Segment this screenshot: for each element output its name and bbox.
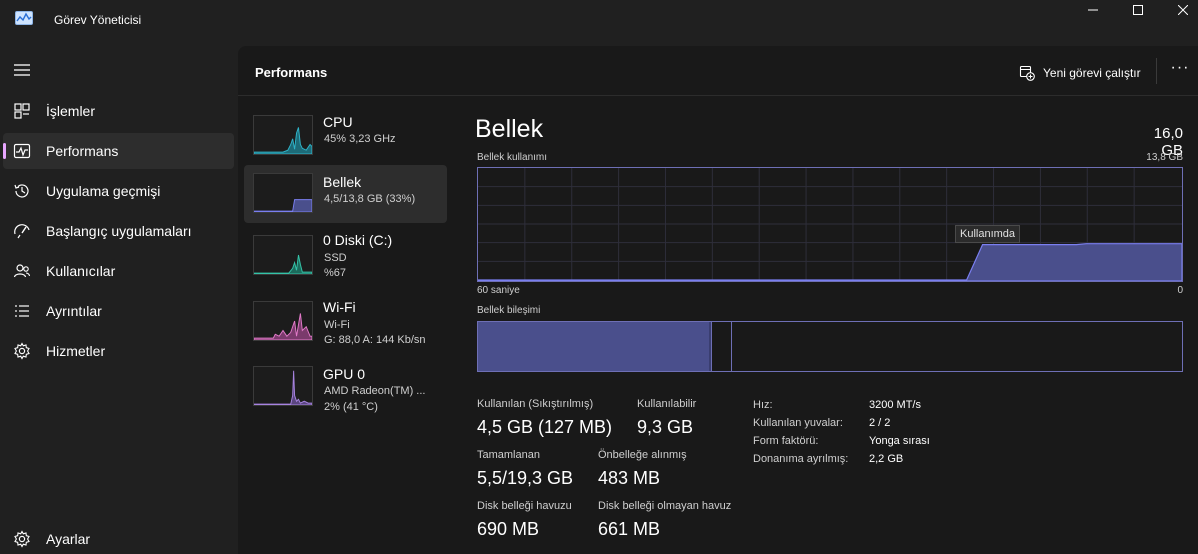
- minimize-button[interactable]: [1070, 0, 1116, 20]
- device-name: CPU: [323, 114, 353, 130]
- stat-value: 4,5 GB (127 MB): [477, 417, 613, 437]
- active-indicator: [3, 143, 6, 159]
- property-key: Hız:: [753, 399, 773, 411]
- stat-value: 483 MB: [598, 468, 661, 488]
- main-panel: Performans Yeni görevi çalıştır ··· CPU …: [238, 46, 1198, 554]
- run-new-task-button[interactable]: Yeni görevi çalıştır: [1019, 63, 1141, 83]
- memory-composition-bar: [477, 321, 1183, 372]
- services-icon: [14, 342, 30, 360]
- memory-usage-max: 13,8 GB: [1146, 152, 1183, 163]
- run-task-icon: [1019, 65, 1035, 81]
- memory-usage-graph: [477, 167, 1183, 282]
- device-name: Wi-Fi: [323, 299, 356, 315]
- users-icon: [13, 264, 31, 278]
- startup-icon: [14, 224, 30, 239]
- sidebar-item-label: Performans: [46, 143, 119, 159]
- device-item-memory[interactable]: Bellek 4,5/13,8 GB (33%): [244, 165, 447, 223]
- sidebar-item-startup-apps[interactable]: Başlangıç uygulamaları: [3, 213, 234, 249]
- sidebar-item-performance[interactable]: Performans: [3, 133, 234, 169]
- stat-label: Kullanılan (Sıkıştırılmış): [477, 398, 594, 410]
- device-item-wifi[interactable]: Wi-Fi Wi-Fi G: 88,0 A: 144 Kb/sn: [244, 291, 447, 349]
- cpu-thumbnail-graph: [253, 115, 313, 155]
- maximize-icon: [1133, 5, 1143, 15]
- sidebar-item-label: Kullanıcılar: [46, 263, 116, 279]
- sidebar-item-users[interactable]: Kullanıcılar: [3, 253, 234, 289]
- close-button[interactable]: [1160, 0, 1198, 20]
- sidebar-item-label: Ayarlar: [46, 531, 91, 547]
- device-item-gpu[interactable]: GPU 0 AMD Radeon(TM) ... 2% (41 °C): [244, 358, 447, 416]
- stat-value: 9,3 GB: [637, 417, 694, 437]
- memory-thumbnail-graph: [253, 173, 313, 213]
- performance-icon: [13, 143, 31, 159]
- property-value: 3200 MT/s: [869, 399, 921, 411]
- device-item-cpu[interactable]: CPU 45% 3,23 GHz: [244, 109, 447, 167]
- device-name: GPU 0: [323, 366, 366, 382]
- maximize-button[interactable]: [1115, 0, 1161, 20]
- window-title: Görev Yöneticisi: [54, 13, 142, 27]
- stat-label: Kullanılabilir: [637, 398, 697, 410]
- sidebar-item-details[interactable]: Ayrıntılar: [3, 293, 234, 329]
- memory-composition-label: Bellek bileşimi: [477, 305, 541, 316]
- main-header: Performans Yeni görevi çalıştır ···: [238, 46, 1198, 96]
- sidebar-item-processes[interactable]: İşlemler: [3, 93, 234, 129]
- device-detail-secondary: 2% (41 °C): [324, 401, 378, 413]
- stat-value: 5,5/19,3 GB: [477, 468, 574, 488]
- property-value: 2 / 2: [869, 417, 891, 429]
- stat-label: Disk belleği olmayan havuz: [598, 500, 732, 512]
- device-detail: Wi-Fi: [324, 319, 350, 331]
- sidebar-item-settings[interactable]: Ayarlar: [3, 521, 234, 554]
- gpu-thumbnail-graph: [253, 366, 313, 406]
- device-name: 0 Diski (C:): [323, 232, 393, 248]
- more-options-button[interactable]: ···: [1168, 60, 1192, 81]
- close-icon: [1178, 5, 1188, 15]
- sidebar-item-app-history[interactable]: Uygulama geçmişi: [3, 173, 234, 209]
- device-detail: 4,5/13,8 GB (33%): [324, 193, 416, 205]
- time-axis-left: 60 saniye: [477, 285, 520, 296]
- device-detail-secondary: G: 88,0 A: 144 Kb/sn: [324, 334, 426, 346]
- in-use-tooltip: Kullanımda: [955, 225, 1021, 243]
- page-title: Performans: [255, 65, 328, 80]
- sidebar: İşlemler Performans Uygulama geçmişi Baş…: [0, 46, 238, 554]
- header-divider: [1156, 58, 1157, 84]
- composition-in-use: [478, 322, 709, 371]
- device-detail: AMD Radeon(TM) ...: [324, 385, 426, 397]
- memory-usage-label: Bellek kullanımı: [477, 152, 548, 163]
- title-bar: Görev Yöneticisi: [0, 0, 1198, 46]
- gear-icon: [14, 530, 30, 548]
- stat-label: Önbelleğe alınmış: [598, 449, 687, 461]
- stat-value: 690 MB: [477, 519, 540, 539]
- device-detail: SSD: [324, 252, 347, 264]
- minimize-icon: [1088, 9, 1098, 11]
- sidebar-item-label: İşlemler: [46, 103, 96, 119]
- stat-label: Tamamlanan: [477, 449, 540, 461]
- memory-title: Bellek: [475, 115, 544, 143]
- device-name: Bellek: [323, 174, 362, 190]
- wifi-thumbnail-graph: [253, 301, 313, 341]
- device-item-disk[interactable]: 0 Diski (C:) SSD %67: [244, 226, 447, 284]
- stat-label: Disk belleği havuzu: [477, 500, 572, 512]
- app-history-icon: [14, 184, 29, 198]
- property-key: Form faktörü:: [753, 435, 819, 447]
- sidebar-item-label: Ayrıntılar: [46, 303, 102, 319]
- time-axis-right: 0: [1177, 285, 1183, 296]
- disk-thumbnail-graph: [253, 235, 313, 275]
- property-value: Yonga sırası: [869, 435, 930, 447]
- sidebar-item-label: Uygulama geçmişi: [46, 183, 161, 199]
- composition-standby-divider: [731, 322, 732, 371]
- stat-value: 661 MB: [598, 519, 661, 539]
- property-value: 2,2 GB: [869, 453, 904, 465]
- composition-divider: [711, 322, 712, 371]
- property-key: Donanıma ayrılmış:: [753, 453, 849, 465]
- hamburger-menu-icon[interactable]: [12, 60, 32, 80]
- sidebar-item-services[interactable]: Hizmetler: [3, 333, 234, 369]
- property-key: Kullanılan yuvalar:: [753, 417, 843, 429]
- run-task-label: Yeni görevi çalıştır: [1043, 66, 1141, 80]
- details-icon: [15, 305, 29, 317]
- processes-icon: [14, 103, 30, 119]
- task-manager-app-icon: [15, 11, 33, 25]
- sidebar-item-label: Başlangıç uygulamaları: [46, 223, 192, 239]
- device-detail-secondary: %67: [324, 267, 347, 279]
- device-detail: 45% 3,23 GHz: [324, 133, 396, 145]
- sidebar-item-label: Hizmetler: [46, 343, 106, 359]
